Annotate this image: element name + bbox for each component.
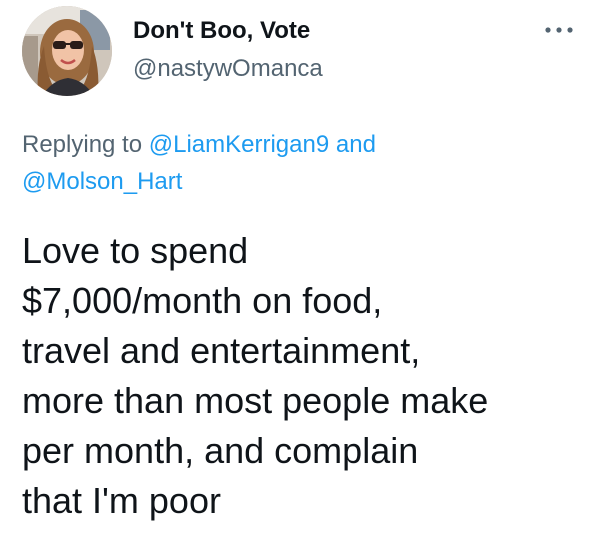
tweet-text-line: per month, and complain xyxy=(22,430,419,471)
tweet-text-line: that I'm poor xyxy=(22,480,221,521)
mention-link[interactable]: @Molson_Hart xyxy=(22,168,182,195)
profile-photo-icon xyxy=(22,6,112,96)
display-name[interactable]: Don't Boo, Vote xyxy=(133,16,310,46)
mention-link[interactable]: @LiamKerrigan9 xyxy=(149,131,329,158)
tweet-text: Love to spend $7,000/month on food, trav… xyxy=(22,226,592,526)
tweet-text-line: $7,000/month on food, xyxy=(22,280,383,321)
reply-conjunction[interactable]: and xyxy=(336,131,376,158)
tweet-card: Don't Boo, Vote @nastywOmanca Replying t… xyxy=(0,0,599,559)
user-handle[interactable]: @nastywOmanca xyxy=(133,54,323,84)
more-options-button[interactable] xyxy=(542,18,576,42)
more-horizontal-icon xyxy=(545,27,573,33)
reply-context: Replying to @LiamKerrigan9 and @Molson_H… xyxy=(22,126,582,200)
avatar[interactable] xyxy=(22,6,112,96)
reply-prefix: Replying to xyxy=(22,131,143,158)
tweet-text-line: more than most people make xyxy=(22,380,489,421)
tweet-text-line: travel and entertainment, xyxy=(22,330,421,371)
tweet-text-line: Love to spend xyxy=(22,230,249,271)
